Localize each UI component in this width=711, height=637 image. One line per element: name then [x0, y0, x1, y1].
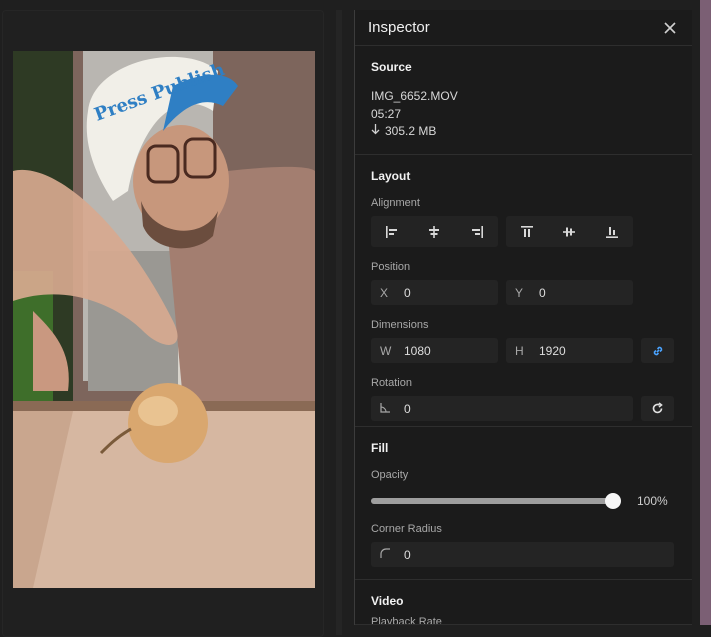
source-size-value: 305.2 MB [385, 124, 437, 138]
video-preview[interactable]: Press Publish [13, 51, 315, 588]
rotation-row: 0 [371, 396, 676, 421]
close-icon[interactable] [662, 20, 678, 36]
inspector-panel: Inspector Source IMG_6652.MOV 05:27 305.… [354, 10, 692, 625]
position-row: X 0 Y 0 [371, 280, 676, 305]
source-duration: 05:27 [371, 107, 402, 121]
opacity-slider-fill [371, 498, 613, 504]
video-section: Video Playback Rate [355, 580, 692, 625]
width-key: W [380, 343, 392, 358]
corner-radius-label: Corner Radius [371, 523, 442, 535]
align-bottom-icon[interactable] [598, 220, 626, 244]
dimensions-label: Dimensions [371, 319, 429, 331]
opacity-slider-thumb[interactable] [605, 493, 621, 509]
align-center-horizontal-icon[interactable] [420, 220, 448, 244]
source-heading: Source [371, 60, 412, 74]
corner-radius-value: 0 [404, 547, 411, 562]
rotation-label: Rotation [371, 377, 412, 389]
alignment-controls [371, 216, 676, 247]
align-center-vertical-icon[interactable] [555, 220, 583, 244]
rotation-field[interactable]: 0 [371, 396, 633, 421]
angle-icon [371, 402, 402, 416]
rotation-value: 0 [404, 401, 411, 416]
inspector-title: Inspector [368, 19, 430, 36]
position-y-value: 0 [539, 285, 546, 300]
corner-radius-field[interactable]: 0 [371, 542, 674, 567]
source-section: Source IMG_6652.MOV 05:27 305.2 MB [355, 46, 692, 155]
horizontal-alignment-group [371, 216, 498, 247]
position-x-value: 0 [404, 285, 411, 300]
position-x-key: X [380, 285, 389, 300]
canvas-area: Press Publish [0, 0, 342, 637]
opacity-slider[interactable] [371, 493, 621, 509]
layout-heading: Layout [371, 169, 411, 183]
playback-rate-label: Playback Rate [371, 616, 442, 624]
video-frame-image: Press Publish [13, 51, 315, 588]
reset-rotation-icon[interactable] [641, 396, 674, 421]
opacity-slider-row: 100% [371, 493, 676, 509]
fill-heading: Fill [371, 441, 389, 455]
height-key: H [515, 343, 524, 358]
fill-section: Fill Opacity 100% Corner Radius 0 [355, 427, 692, 580]
link-icon[interactable] [641, 338, 674, 363]
layout-section: Layout Alignment Position X 0 Y 0 Dimens… [355, 155, 692, 427]
width-field[interactable]: W 1080 [371, 338, 498, 363]
position-label: Position [371, 261, 411, 273]
window-edge [700, 0, 711, 625]
height-value: 1920 [539, 343, 566, 358]
vertical-alignment-group [506, 216, 633, 247]
video-heading: Video [371, 594, 404, 608]
opacity-value: 100% [637, 494, 668, 508]
corner-radius-icon [371, 547, 402, 562]
source-file-name: IMG_6652.MOV [371, 89, 458, 103]
align-left-icon[interactable] [378, 220, 406, 244]
position-x-field[interactable]: X 0 [371, 280, 498, 305]
opacity-label: Opacity [371, 469, 409, 481]
alignment-label: Alignment [371, 197, 420, 209]
height-field[interactable]: H 1920 [506, 338, 633, 363]
width-value: 1080 [404, 343, 431, 358]
panel-divider[interactable] [336, 10, 342, 635]
position-y-field[interactable]: Y 0 [506, 280, 633, 305]
position-y-key: Y [515, 285, 524, 300]
dimensions-row: W 1080 H 1920 [371, 338, 676, 363]
align-right-icon[interactable] [463, 220, 491, 244]
download-arrow-icon [371, 124, 380, 138]
window-gutter [691, 0, 700, 625]
inspector-header: Inspector [355, 10, 692, 46]
align-top-icon[interactable] [513, 220, 541, 244]
source-size: 305.2 MB [371, 124, 676, 138]
